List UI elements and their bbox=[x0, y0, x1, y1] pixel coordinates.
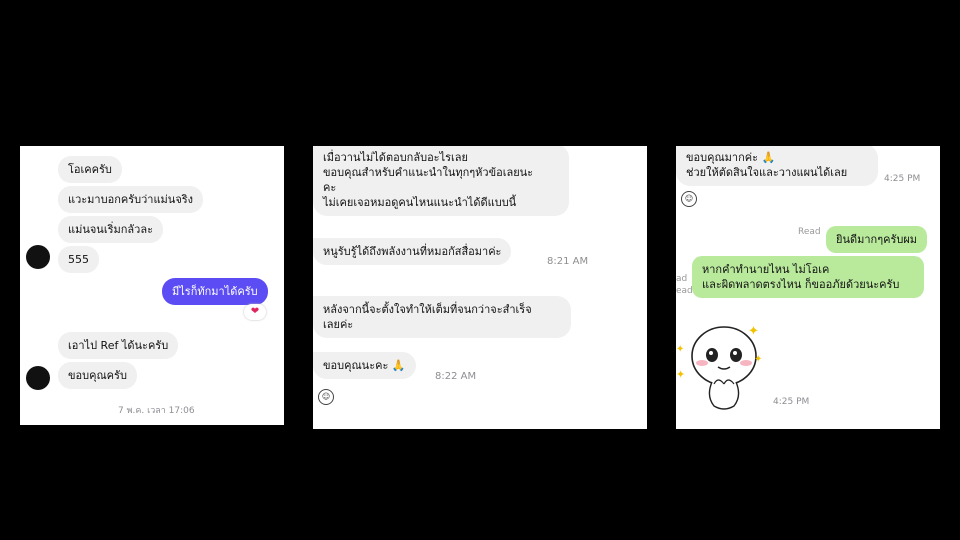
timestamp: 4:25 PM bbox=[773, 397, 810, 407]
read-receipt: Read bbox=[798, 227, 821, 237]
sparkle-icon: ✦ bbox=[748, 324, 759, 339]
message-line: หลังจากนี้จะตั้งใจทำให้เต็มที่จนกว่าจะสำ… bbox=[323, 303, 532, 316]
sent-message-bubble: ยินดีมากๆครับผม bbox=[826, 226, 928, 253]
read-receipt: ad bbox=[676, 274, 688, 284]
message-line: ไม่เคยเจอหมอดูคนไหนแนะนำได้ดีแบบนี้ bbox=[323, 196, 517, 209]
heart-icon[interactable]: ❤ bbox=[244, 304, 266, 320]
sparkle-icon: ✦ bbox=[676, 368, 686, 381]
message-line: หากคำทำนายไหน ไม่โอเค bbox=[702, 263, 830, 276]
message-line: เลยค่ะ bbox=[323, 318, 354, 331]
message-bubble: แม่นจนเริ่มกลัวละ bbox=[58, 216, 163, 243]
emoji-reaction-icon[interactable]: ☺ bbox=[681, 191, 697, 207]
avatar[interactable] bbox=[26, 366, 50, 390]
message-bubble: ขอบคุณนะคะ 🙏 bbox=[313, 352, 416, 379]
message-line: และผิดพลาดตรงไหน ก็ขออภัยด้วยนะครับ bbox=[702, 278, 900, 291]
sparkle-icon: ✦ bbox=[754, 354, 763, 365]
message-bubble: ขอบคุณมากค่ะ 🙏 ช่วยให้ตัดสินใจและวางแผนไ… bbox=[676, 146, 878, 186]
avatar[interactable] bbox=[26, 245, 50, 269]
chat-panel-2: เมื่อวานไม่ได้ตอบกลับอะไรเลย ขอบคุณสำหรั… bbox=[313, 146, 647, 429]
message-bubble: โอเคครับ bbox=[58, 156, 122, 183]
message-bubble: 555 bbox=[58, 246, 99, 273]
message-bubble: เมื่อวานไม่ได้ตอบกลับอะไรเลย ขอบคุณสำหรั… bbox=[313, 146, 569, 216]
message-bubble: เอาไป Ref ได้นะครับ bbox=[58, 332, 179, 359]
message-bubble: หนูรับรู้ได้ถึงพลังงานที่หมอกัสสื่อมาค่ะ bbox=[313, 238, 512, 265]
read-receipt: ead bbox=[676, 286, 693, 296]
message-bubble: ขอบคุณครับ bbox=[58, 362, 137, 389]
message-line: เมื่อวานไม่ได้ตอบกลับอะไรเลย bbox=[323, 151, 468, 164]
message-line: ขอบคุณสำหรับคำแนะนำในทุกๆหัวข้อเลยนะ bbox=[323, 166, 534, 179]
sent-message-bubble: มีไรก็ทักมาได้ครับ bbox=[162, 278, 268, 305]
timestamp: 4:25 PM bbox=[884, 174, 921, 184]
message-line: ขอบคุณมากค่ะ 🙏 bbox=[686, 151, 776, 164]
timestamp: 8:22 AM bbox=[435, 371, 477, 382]
sparkle-icon: ✦ bbox=[676, 344, 685, 355]
message-bubble: หลังจากนี้จะตั้งใจทำให้เต็มที่จนกว่าจะสำ… bbox=[313, 296, 571, 338]
timestamp: 7 พ.ค. เวลา 17:06 bbox=[118, 406, 195, 416]
chat-panel-3: ขอบคุณมากค่ะ 🙏 ช่วยให้ตัดสินใจและวางแผนไ… bbox=[676, 146, 940, 429]
message-bubble: แวะมาบอกครับว่าแม่นจริง bbox=[58, 186, 204, 213]
message-line: คะ bbox=[323, 181, 337, 194]
timestamp: 8:21 AM bbox=[547, 256, 589, 267]
message-line: ช่วยให้ตัดสินใจและวางแผนได้เลย bbox=[686, 166, 848, 179]
sent-message-bubble: หากคำทำนายไหน ไม่โอเค และผิดพลาดตรงไหน ก… bbox=[692, 256, 924, 298]
chat-panel-1: โอเคครับ แวะมาบอกครับว่าแม่นจริง แม่นจนเ… bbox=[20, 146, 284, 425]
emoji-reaction-icon[interactable]: ☺ bbox=[318, 389, 334, 405]
